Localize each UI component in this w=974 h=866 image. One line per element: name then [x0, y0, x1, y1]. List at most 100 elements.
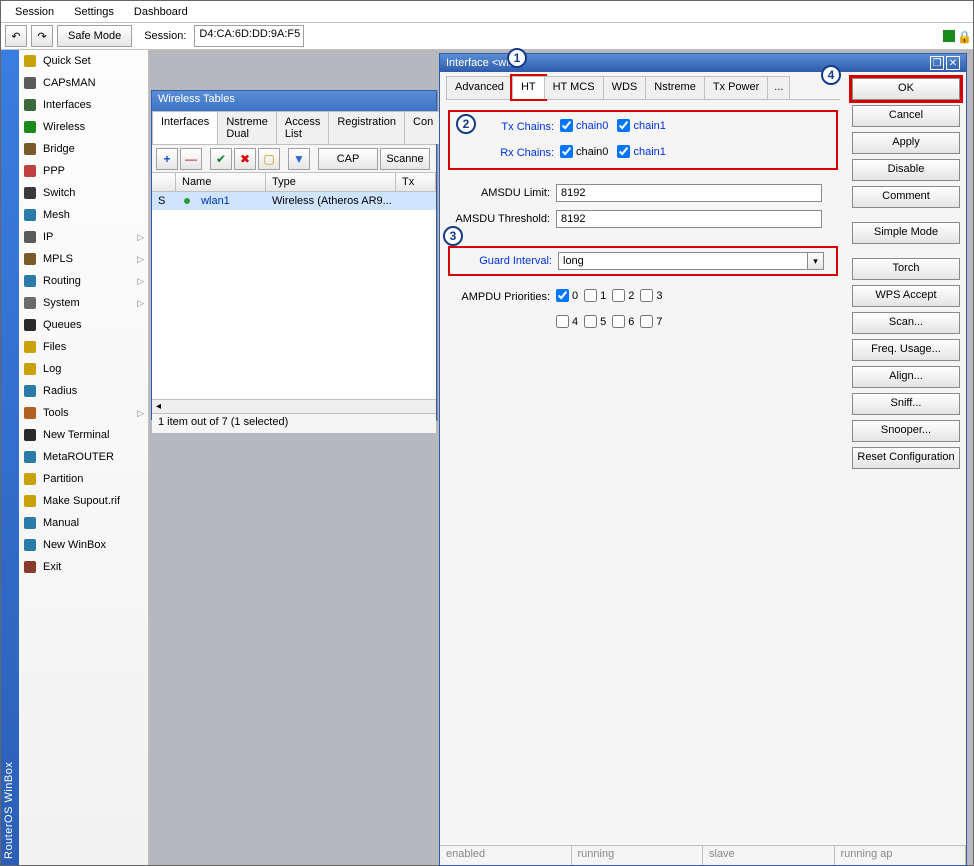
sidebar-item-ppp[interactable]: PPP — [19, 160, 148, 182]
sidebar-icon — [23, 560, 37, 574]
freq-usage-button[interactable]: Freq. Usage... — [852, 339, 960, 361]
sidebar-icon — [23, 494, 37, 508]
sidebar-item-label: IP — [43, 231, 53, 243]
guard-interval-label: Guard Interval: — [450, 255, 558, 267]
ampdu-7-checkbox[interactable]: 7 — [640, 315, 662, 328]
sidebar-item-new-winbox[interactable]: New WinBox — [19, 534, 148, 556]
ok-button[interactable]: OK — [852, 78, 960, 100]
sidebar-icon — [23, 186, 37, 200]
amsdu-threshold-input[interactable] — [556, 210, 822, 228]
sidebar-item-bridge[interactable]: Bridge — [19, 138, 148, 160]
tab-more[interactable]: ... — [767, 76, 790, 99]
chevron-down-icon[interactable]: ▾ — [808, 252, 824, 270]
ampdu-3-checkbox[interactable]: 3 — [640, 289, 662, 302]
sidebar-item-partition[interactable]: Partition — [19, 468, 148, 490]
disable-button[interactable]: Disable — [852, 159, 960, 181]
sidebar-item-label: Log — [43, 363, 61, 375]
restore-icon[interactable]: ❐ — [930, 56, 944, 70]
scanner-button[interactable]: Scanne — [380, 148, 430, 170]
sidebar-item-ip[interactable]: IP▷ — [19, 226, 148, 248]
sidebar-item-radius[interactable]: Radius — [19, 380, 148, 402]
apply-button[interactable]: Apply — [852, 132, 960, 154]
tab-nstreme-dual[interactable]: Nstreme Dual — [217, 111, 277, 144]
sidebar-icon — [23, 120, 37, 134]
add-button[interactable]: + — [156, 148, 178, 170]
sidebar-item-tools[interactable]: Tools▷ — [19, 402, 148, 424]
tab-access-list[interactable]: Access List — [276, 111, 329, 144]
sidebar-item-capsman[interactable]: CAPsMAN — [19, 72, 148, 94]
undo-button[interactable]: ↶ — [5, 25, 27, 47]
comment-button[interactable]: Comment — [852, 186, 960, 208]
sniff-button[interactable]: Sniff... — [852, 393, 960, 415]
scan-button[interactable]: Scan... — [852, 312, 960, 334]
sidebar-item-manual[interactable]: Manual — [19, 512, 148, 534]
sidebar-icon — [23, 472, 37, 486]
sidebar-item-mpls[interactable]: MPLS▷ — [19, 248, 148, 270]
list-hscroll[interactable]: ◂ — [152, 399, 436, 413]
redo-button[interactable]: ↷ — [31, 25, 53, 47]
align-button[interactable]: Align... — [852, 366, 960, 388]
sidebar-item-make-supout-rif[interactable]: Make Supout.rif — [19, 490, 148, 512]
simple-mode-button[interactable]: Simple Mode — [852, 222, 960, 244]
ampdu-6-checkbox[interactable]: 6 — [612, 315, 634, 328]
sidebar-item-mesh[interactable]: Mesh — [19, 204, 148, 226]
menu-session[interactable]: Session — [5, 4, 64, 20]
menu-settings[interactable]: Settings — [64, 4, 124, 20]
disable-button[interactable]: ✖ — [234, 148, 256, 170]
safe-mode-button[interactable]: Safe Mode — [57, 25, 132, 47]
sidebar-item-wireless[interactable]: Wireless — [19, 116, 148, 138]
tab-registration[interactable]: Registration — [328, 111, 405, 144]
sidebar-item-files[interactable]: Files — [19, 336, 148, 358]
ampdu-2-checkbox[interactable]: 2 — [612, 289, 634, 302]
ampdu-0-checkbox[interactable]: 0 — [556, 289, 578, 302]
tab-ht-mcs[interactable]: HT MCS — [544, 76, 604, 99]
col-flag[interactable] — [152, 173, 176, 191]
sidebar-item-switch[interactable]: Switch — [19, 182, 148, 204]
ampdu-4-checkbox[interactable]: 4 — [556, 315, 578, 328]
tab-advanced[interactable]: Advanced — [446, 76, 513, 99]
ampdu-1-checkbox[interactable]: 1 — [584, 289, 606, 302]
wps-accept-button[interactable]: WPS Accept — [852, 285, 960, 307]
comment-button[interactable]: ▢ — [258, 148, 280, 170]
guard-interval-select[interactable] — [558, 252, 808, 270]
tx-chain0-checkbox[interactable]: chain0 — [560, 119, 608, 132]
session-id[interactable]: D4:CA:6D:DD:9A:F5 — [194, 25, 304, 47]
sidebar-item-system[interactable]: System▷ — [19, 292, 148, 314]
torch-button[interactable]: Torch — [852, 258, 960, 280]
cancel-button[interactable]: Cancel — [852, 105, 960, 127]
sidebar-item-new-terminal[interactable]: New Terminal — [19, 424, 148, 446]
sidebar-item-metarouter[interactable]: MetaROUTER — [19, 446, 148, 468]
sidebar-item-routing[interactable]: Routing▷ — [19, 270, 148, 292]
snooper-button[interactable]: Snooper... — [852, 420, 960, 442]
enable-button[interactable]: ✔ — [210, 148, 232, 170]
menu-dashboard[interactable]: Dashboard — [124, 4, 198, 20]
col-type[interactable]: Type — [266, 173, 396, 191]
tab-tx-power[interactable]: Tx Power — [704, 76, 768, 99]
sidebar-item-queues[interactable]: Queues — [19, 314, 148, 336]
tab-interfaces[interactable]: Interfaces — [152, 111, 218, 144]
cap-button[interactable]: CAP — [318, 148, 378, 170]
sidebar-item-log[interactable]: Log — [19, 358, 148, 380]
reset-configuration-button[interactable]: Reset Configuration — [852, 447, 960, 469]
list-row-wlan1[interactable]: S wlan1 Wireless (Atheros AR9... — [152, 192, 436, 210]
sidebar-item-interfaces[interactable]: Interfaces — [19, 94, 148, 116]
ampdu-5-checkbox[interactable]: 5 — [584, 315, 606, 328]
sidebar-item-quick-set[interactable]: Quick Set — [19, 50, 148, 72]
wireless-tables-title[interactable]: Wireless Tables — [152, 91, 436, 111]
interface-dialog-buttons: OK Cancel Apply Disable Comment Simple Mode To… — [846, 72, 966, 845]
main-area: RouterOS WinBox Quick SetCAPsMANInterfac… — [1, 50, 973, 865]
amsdu-limit-input[interactable] — [556, 184, 822, 202]
remove-button[interactable]: — — [180, 148, 202, 170]
tx-chain1-checkbox[interactable]: chain1 — [617, 119, 665, 132]
close-icon[interactable]: ✕ — [946, 56, 960, 70]
sidebar-item-exit[interactable]: Exit — [19, 556, 148, 578]
tab-wds[interactable]: WDS — [603, 76, 647, 99]
col-tx[interactable]: Tx — [396, 173, 436, 191]
tab-nstreme[interactable]: Nstreme — [645, 76, 705, 99]
tab-ht[interactable]: HT — [512, 76, 545, 99]
tab-con[interactable]: Con — [404, 111, 442, 144]
rx-chain0-checkbox[interactable]: chain0 — [560, 145, 608, 158]
col-name[interactable]: Name — [176, 173, 266, 191]
filter-button[interactable]: ▼ — [288, 148, 310, 170]
rx-chain1-checkbox[interactable]: chain1 — [617, 145, 665, 158]
